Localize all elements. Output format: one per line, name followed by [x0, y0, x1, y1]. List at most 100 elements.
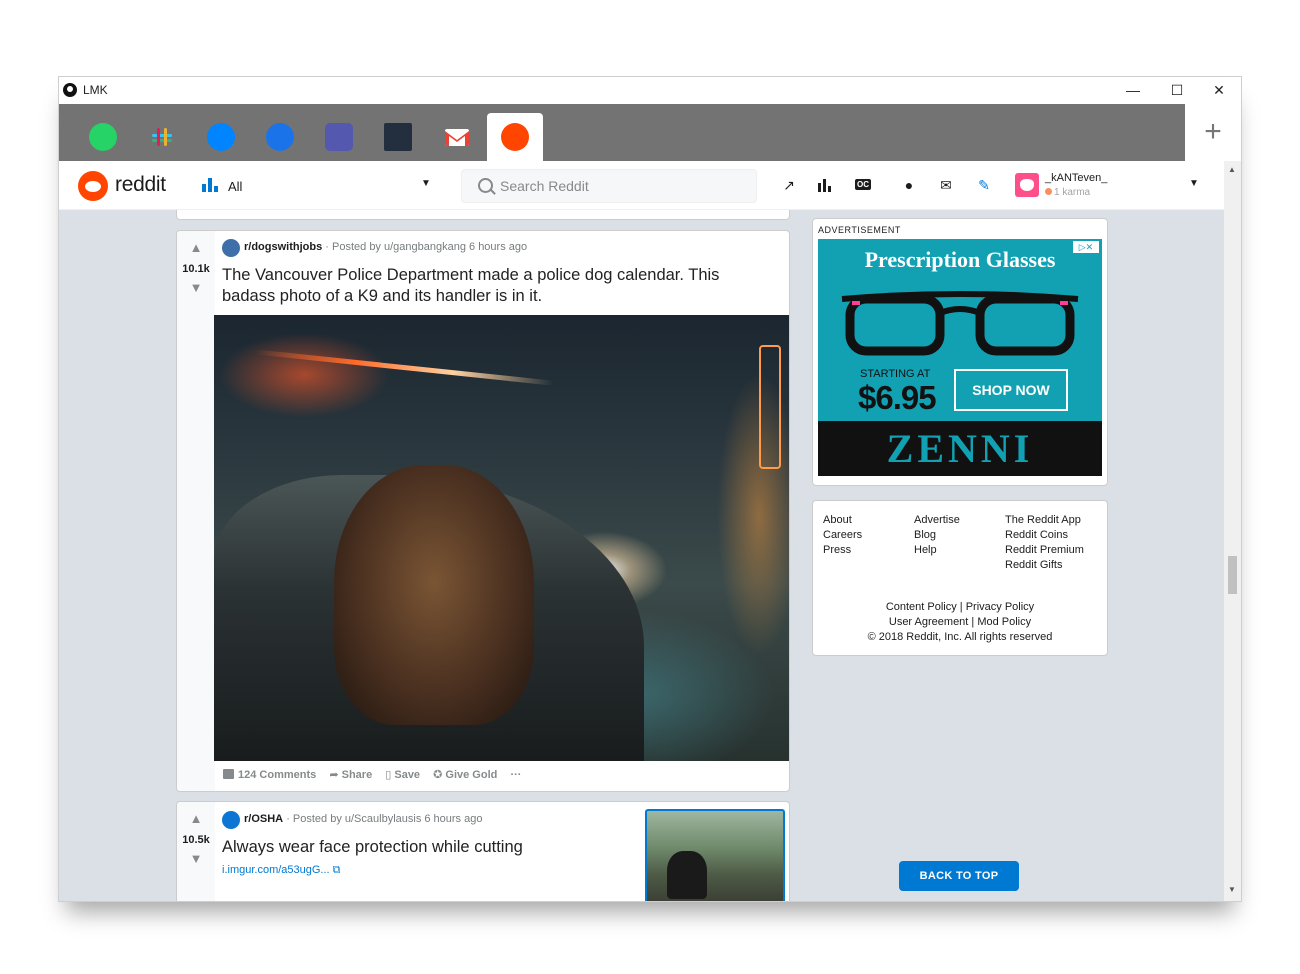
tab-messenger[interactable] — [193, 113, 249, 161]
glasses-icon — [841, 291, 1079, 356]
ad-brand-band: ZENNI — [818, 421, 1102, 476]
downvote-icon[interactable]: ▼ — [189, 852, 203, 866]
app-window: LMK — ☐ ✕ + ▲ 10.1k ▼ r/dogswithjobs · P… — [58, 76, 1242, 902]
teams-icon — [325, 123, 353, 151]
reddit-logo-icon[interactable] — [78, 171, 108, 201]
username[interactable]: _kANTeven_ — [1045, 172, 1107, 184]
vote-count: 10.1k — [182, 263, 210, 275]
close-button[interactable]: ✕ — [1197, 77, 1241, 104]
bookmark-icon: ▯ — [385, 769, 395, 781]
lmk-logo-icon — [63, 83, 77, 97]
image-light-streak — [254, 349, 554, 386]
subreddit-link[interactable]: r/dogswithjobs — [244, 241, 322, 253]
footer-link-advertise[interactable]: Advertise — [914, 514, 960, 526]
vote-column: ▲ 10.1k ▼ — [177, 231, 215, 791]
post-actions: 124 Comments ➦ Share ▯ Save ✪ Give Gold … — [223, 768, 531, 784]
tab-teams[interactable] — [311, 113, 367, 161]
tab-whatsapp[interactable] — [75, 113, 131, 161]
footer-link-coins[interactable]: Reddit Coins — [1005, 529, 1068, 541]
search-box[interactable] — [461, 169, 757, 203]
shop-now-button[interactable]: SHOP NOW — [954, 369, 1068, 411]
trending-icon[interactable]: ↗ — [779, 175, 799, 195]
app-tab-bar: + — [59, 104, 1241, 161]
downvote-icon[interactable]: ▼ — [189, 281, 203, 295]
post-card[interactable]: ▲ 10.1k ▼ r/dogswithjobs · Posted by u/g… — [176, 230, 790, 792]
amazon-icon — [384, 123, 412, 151]
tab-gmail[interactable] — [429, 113, 485, 161]
comment-icon — [223, 769, 234, 779]
scroll-down-icon[interactable]: ▼ — [1228, 885, 1236, 894]
footer-link-about[interactable]: About — [823, 514, 852, 526]
add-tab-button[interactable]: + — [1185, 104, 1241, 161]
ad-choices-icon[interactable]: ▷✕ — [1073, 241, 1099, 253]
image-neon-sign — [759, 345, 781, 469]
vote-column: ▲ 10.5k ▼ — [177, 802, 215, 901]
more-options-button[interactable]: ··· — [510, 769, 521, 781]
maximize-button[interactable]: ☐ — [1155, 77, 1199, 104]
window-title: LMK — [83, 83, 108, 97]
scroll-thumb[interactable] — [1228, 556, 1237, 594]
ad-headline: Prescription Glasses — [864, 247, 1056, 272]
user-menu-dropdown-icon[interactable]: ▼ — [1189, 178, 1199, 189]
footer-link-careers[interactable]: Careers — [823, 529, 862, 541]
save-button[interactable]: ▯ Save — [385, 768, 420, 781]
avatar[interactable] — [1015, 173, 1039, 197]
footer-card: About Careers Press Advertise Blog Help … — [812, 500, 1108, 656]
feed-selector-label[interactable]: All — [228, 179, 242, 194]
upvote-icon[interactable]: ▲ — [189, 241, 203, 255]
post-thumbnail[interactable] — [645, 809, 785, 901]
ad-label: ADVERTISEMENT — [818, 225, 901, 235]
posted-by: · Posted by u/gangbangkang 6 hours ago — [325, 241, 528, 253]
back-to-top-button[interactable]: BACK TO TOP — [899, 861, 1019, 891]
footer-policy-line1[interactable]: Content Policy | Privacy Policy — [813, 601, 1107, 613]
comments-button[interactable]: 124 Comments — [223, 769, 316, 781]
stats-icon[interactable] — [815, 175, 835, 195]
scroll-up-icon[interactable]: ▲ — [1228, 165, 1236, 174]
reddit-wordmark[interactable]: reddit — [115, 173, 166, 197]
posted-by: · Posted by u/Scaulbylausis 6 hours ago — [286, 813, 483, 825]
footer-link-premium[interactable]: Reddit Premium — [1005, 544, 1084, 556]
footer-link-gifts[interactable]: Reddit Gifts — [1005, 559, 1062, 571]
reddit-viewport: ▲ 10.1k ▼ r/dogswithjobs · Posted by u/g… — [59, 161, 1224, 901]
slack-icon — [152, 128, 172, 146]
minimize-button[interactable]: — — [1111, 77, 1155, 104]
reddit-icon — [501, 123, 529, 151]
subreddit-icon[interactable] — [222, 239, 240, 257]
tab-amazon[interactable] — [370, 113, 426, 161]
post-image[interactable] — [214, 315, 789, 761]
pencil-icon[interactable]: ✎ — [974, 175, 994, 195]
subreddit-link[interactable]: r/OSHA — [244, 813, 283, 825]
vertical-scrollbar[interactable]: ▲ ▼ — [1224, 161, 1241, 901]
subreddit-icon[interactable] — [222, 811, 240, 829]
share-button[interactable]: ➦ Share — [329, 768, 372, 781]
footer-link-app[interactable]: The Reddit App — [1005, 514, 1081, 526]
upvote-icon[interactable]: ▲ — [189, 812, 203, 826]
give-gold-button[interactable]: ✪ Give Gold — [433, 768, 497, 781]
tab-reddit[interactable] — [487, 113, 543, 161]
oc-icon[interactable]: OC — [853, 175, 873, 195]
post-title[interactable]: The Vancouver Police Department made a p… — [222, 265, 767, 307]
tab-slack[interactable] — [134, 113, 190, 161]
tab-messages[interactable] — [252, 113, 308, 161]
footer-link-press[interactable]: Press — [823, 544, 851, 556]
footer-link-help[interactable]: Help — [914, 544, 937, 556]
ad-price: $6.95 — [858, 379, 937, 416]
post-meta: r/OSHA · Posted by u/Scaulbylausis 6 hou… — [244, 813, 482, 825]
external-link[interactable]: i.imgur.com/a53ugG... ⧉ — [222, 864, 341, 877]
post-card[interactable]: ▲ 10.5k ▼ r/OSHA · Posted by u/Scaulbyla… — [176, 801, 790, 901]
footer-policy-line2[interactable]: User Agreement | Mod Policy — [813, 616, 1107, 628]
search-icon — [478, 178, 493, 193]
chat-icon[interactable]: ● — [899, 175, 919, 195]
ad-banner[interactable]: Prescription Glasses ▷✕ STARTING AT $6.9… — [818, 239, 1102, 476]
title-bar: LMK — ☐ ✕ — [59, 77, 1241, 104]
mail-icon[interactable]: ✉ — [936, 175, 956, 195]
post-title[interactable]: Always wear face protection while cuttin… — [222, 837, 632, 858]
whatsapp-icon — [89, 123, 117, 151]
ad-brand-logo: ZENNI — [886, 426, 1034, 471]
feed-dropdown-icon[interactable]: ▼ — [421, 178, 431, 189]
search-input[interactable] — [500, 170, 750, 202]
footer-link-blog[interactable]: Blog — [914, 529, 936, 541]
karma-count: 1 karma — [1045, 187, 1090, 198]
post-meta: r/dogswithjobs · Posted by u/gangbangkan… — [244, 241, 527, 253]
share-icon: ➦ — [329, 769, 342, 781]
